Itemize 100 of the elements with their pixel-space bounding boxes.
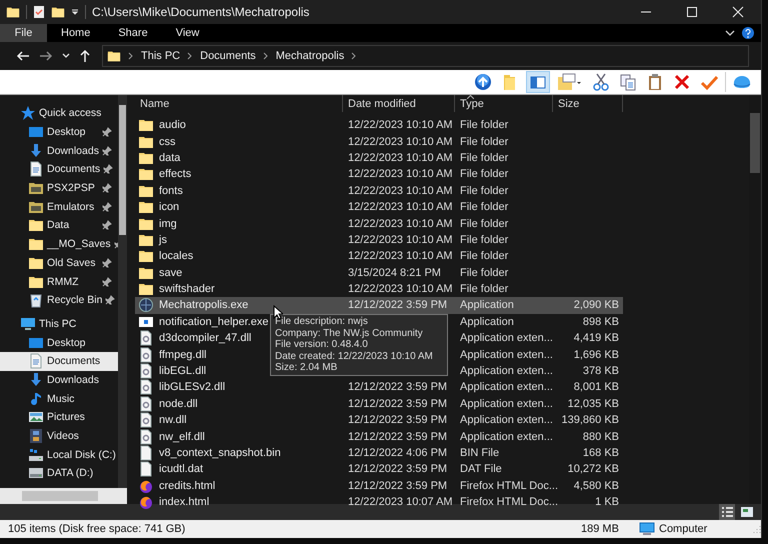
nav-item[interactable]: Data [0, 216, 118, 235]
chevron-icon[interactable] [725, 29, 735, 37]
nav-item[interactable]: PSX2PSP [0, 178, 118, 198]
nav-item[interactable]: Videos [0, 426, 118, 446]
file-name[interactable]: ffmpeg.dll [159, 348, 206, 361]
table-cell: 12/12/2022 4:06 PM [348, 447, 448, 459]
file-name[interactable]: index.html [159, 496, 210, 508]
nav-item[interactable]: This PC [0, 314, 118, 334]
folder-icon [28, 236, 44, 252]
nav-item[interactable]: Downloads [0, 141, 118, 160]
nav-item[interactable]: RMMZ [0, 272, 118, 291]
file-name[interactable]: notification_helper.exe [159, 316, 268, 328]
file-name[interactable]: libGLESv2.dll [159, 381, 226, 394]
ribbon-tab[interactable]: Home [47, 24, 104, 42]
large-icons-view-icon[interactable] [740, 505, 754, 519]
file-name[interactable]: locales [159, 250, 194, 262]
nav-item[interactable]: Local Disk (C:) [0, 445, 118, 464]
file-name[interactable]: js [159, 234, 167, 246]
table-cell: 12/22/2023 10:10 AM [348, 168, 453, 180]
file-name[interactable]: Mechatropolis.exe [159, 299, 248, 312]
file-name[interactable]: d3dcompiler_47.dll [159, 332, 252, 344]
ribbon-tab[interactable]: File [0, 24, 47, 42]
nav-item[interactable]: Quick access [0, 104, 118, 123]
column-header[interactable]: Type [455, 95, 553, 112]
table-cell: 3/15/2024 8:21 PM [348, 266, 441, 279]
delete-icon[interactable] [673, 73, 691, 91]
table-cell: 898 KB [582, 316, 619, 328]
nav-item[interactable]: Documents [0, 160, 118, 179]
checkmark-icon[interactable] [700, 73, 718, 91]
nav-item[interactable]: Old Saves [0, 254, 118, 272]
file-name[interactable]: credits.html [159, 480, 216, 492]
file-row[interactable]: Mechatropolis.exe 12/12/2022 3:59 PM Application 2,090 KB [135, 297, 623, 314]
forward-arrow-icon[interactable] [39, 50, 53, 62]
table-cell: Application exten... [460, 348, 553, 361]
file-name[interactable]: save [159, 266, 182, 279]
file-name[interactable]: fonts [159, 184, 183, 197]
scrollbar[interactable] [0, 488, 127, 504]
scrollbar[interactable] [118, 95, 127, 488]
file-name[interactable]: nw_elf.dll [159, 430, 205, 443]
ribbon-tab[interactable]: View [162, 24, 214, 42]
nav-item[interactable]: Desktop [0, 333, 118, 352]
file-name[interactable]: v8_context_snapshot.bin [159, 447, 281, 459]
table-cell: Application exten... [460, 414, 553, 426]
help-icon[interactable] [741, 26, 755, 40]
column-header[interactable]: Date modified [343, 95, 455, 112]
tooltip-text: Date created: 12/22/2023 10:10 AM [275, 350, 434, 362]
nav-item[interactable]: Downloads [0, 370, 118, 390]
file-name[interactable]: css [159, 136, 176, 148]
nav-item[interactable]: Music [0, 389, 118, 408]
breadcrumb[interactable]: Documents [200, 50, 256, 62]
checklist-icon[interactable] [33, 5, 45, 19]
table-cell: File folder [460, 201, 508, 214]
file-name[interactable]: data [159, 152, 180, 164]
nav-item[interactable]: Desktop [0, 122, 118, 142]
file-name[interactable]: node.dll [159, 398, 198, 410]
file-name[interactable]: effects [159, 168, 192, 180]
nav-item[interactable]: Documents [0, 352, 118, 371]
column-header[interactable]: Size [553, 95, 623, 112]
column-header[interactable]: Name [135, 95, 343, 112]
scissors-icon[interactable] [592, 73, 610, 91]
file-name[interactable]: audio [159, 119, 186, 132]
file-name[interactable]: img [159, 218, 177, 230]
nav-item[interactable]: Recycle Bin [0, 290, 118, 310]
back-arrow-icon[interactable] [16, 50, 30, 62]
chevron-icon[interactable] [62, 53, 70, 59]
file-name[interactable]: libEGL.dll [159, 365, 206, 378]
nav-item[interactable]: Pictures [0, 408, 118, 427]
folder-dropdown-icon[interactable] [557, 73, 583, 91]
table-cell: 12/22/2023 10:10 AM [348, 136, 453, 148]
file-name[interactable]: icudtl.dat [159, 463, 204, 476]
breadcrumb[interactable]: This PC [141, 50, 180, 62]
address-bar[interactable]: This PC Documents Mechatropolis [102, 45, 749, 67]
table-cell: 12/22/2023 10:10 AM [348, 218, 453, 230]
table-cell: 12/22/2023 10:10 AM [348, 152, 453, 164]
file-name[interactable]: swiftshader [159, 283, 215, 296]
document-icon [138, 461, 154, 478]
ribbon-tab[interactable]: Share [104, 24, 162, 42]
table-cell: File folder [460, 234, 508, 246]
folder-icon [28, 180, 44, 196]
clipboard-icon[interactable] [646, 73, 664, 91]
breadcrumb[interactable]: Mechatropolis [276, 50, 344, 62]
shell-icon[interactable] [733, 73, 751, 91]
nav-item[interactable]: Emulators [0, 197, 118, 216]
table-cell: File folder [460, 136, 508, 148]
nav-item[interactable]: DATA (D:) [0, 464, 118, 483]
up-arrow-icon[interactable] [79, 49, 91, 63]
table-cell: 4,580 KB [574, 480, 619, 492]
copy-icon[interactable] [619, 73, 637, 91]
gear-document-icon [138, 346, 154, 363]
computer-icon [639, 522, 655, 536]
file-name[interactable]: nw.dll [159, 414, 187, 426]
details-view-icon[interactable] [720, 505, 734, 519]
table-cell: 12/22/2023 10:10 AM [348, 234, 453, 246]
caret-icon[interactable] [71, 8, 79, 16]
table-cell: 12/12/2022 3:59 PM [348, 463, 448, 476]
table-cell: 12/12/2022 3:59 PM [348, 414, 448, 426]
table-cell: File folder [460, 119, 508, 132]
window-title: C:\Users\Mike\Documents\Mechatropolis [92, 5, 310, 19]
upload-icon[interactable] [474, 73, 492, 91]
file-name[interactable]: icon [159, 201, 180, 214]
